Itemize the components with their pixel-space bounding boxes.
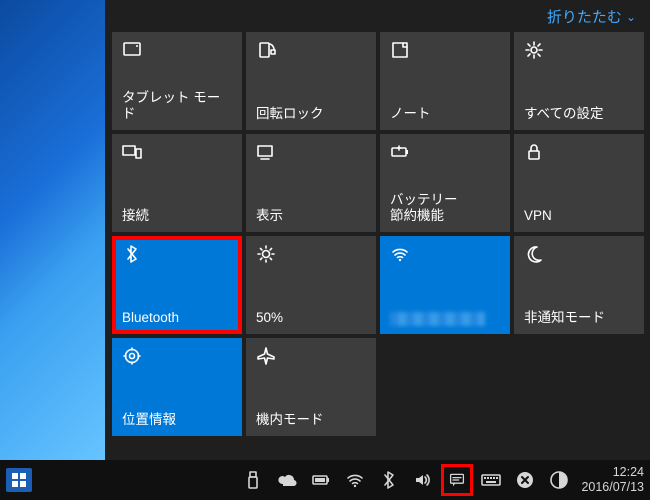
wifi-icon (390, 244, 500, 264)
battery-icon[interactable] (311, 470, 331, 490)
settings-icon (524, 40, 634, 60)
tile-connect[interactable]: 接続 (112, 134, 242, 232)
rotation-lock-icon (256, 40, 366, 60)
tile-label: VPN (524, 208, 634, 224)
project-icon (256, 142, 366, 162)
usb-icon[interactable] (243, 470, 263, 490)
tile-label: バッテリー 節約機能 (390, 192, 500, 224)
bluetooth-icon (122, 244, 232, 264)
tile-wifi[interactable] (380, 236, 510, 334)
vpn-icon (524, 142, 634, 162)
volume-icon[interactable] (413, 470, 433, 490)
note-icon (390, 40, 500, 60)
tile-label: 回転ロック (256, 106, 366, 122)
tile-label: タブレット モード (122, 90, 232, 122)
clock-time: 12:24 (581, 465, 644, 480)
tile-note[interactable]: ノート (380, 32, 510, 130)
tile-label: 接続 (122, 208, 232, 224)
moon-icon (524, 244, 634, 264)
tile-vpn[interactable]: VPN (514, 134, 644, 232)
tile-all-settings[interactable]: すべての設定 (514, 32, 644, 130)
airplane-icon (256, 346, 366, 366)
tablet-icon (122, 40, 232, 60)
close-icon[interactable] (515, 470, 535, 490)
battery-saver-icon (390, 142, 500, 162)
action-center-panel: 折りたたむ ⌄ タブレット モード回転ロック ノート すべての設定接続 表示 バッテリー… (105, 0, 650, 460)
action-center-icon[interactable] (447, 470, 467, 490)
brightness-icon (256, 244, 366, 264)
tile-label: 表示 (256, 208, 366, 224)
tile-location[interactable]: 位置情報 (112, 338, 242, 436)
tile-label: 50% (256, 310, 366, 326)
quick-actions-grid: タブレット モード回転ロック ノート すべての設定接続 表示 バッテリー 節約機能 VPN… (112, 32, 644, 436)
connect-icon (122, 142, 232, 162)
bluetooth-icon[interactable] (379, 470, 399, 490)
tile-label: すべての設定 (524, 106, 634, 122)
tile-label: 非通知モード (524, 310, 634, 326)
location-icon (122, 346, 232, 366)
tile-quiet-hours[interactable]: 非通知モード (514, 236, 644, 334)
tile-rotation-lock[interactable]: 回転ロック (246, 32, 376, 130)
tile-bluetooth[interactable]: Bluetooth (112, 236, 242, 334)
taskbar-clock[interactable]: 12:24 2016/07/13 (573, 465, 644, 495)
keyboard-icon[interactable] (481, 470, 501, 490)
tile-label: Bluetooth (122, 310, 232, 326)
wifi-icon[interactable] (345, 470, 365, 490)
tile-airplane[interactable]: 機内モード (246, 338, 376, 436)
tile-battery-saver[interactable]: バッテリー 節約機能 (380, 134, 510, 232)
system-tray (243, 470, 573, 490)
taskbar: 12:24 2016/07/13 (0, 460, 650, 500)
tile-project[interactable]: 表示 (246, 134, 376, 232)
desktop-wallpaper (0, 0, 105, 460)
wifi-ssid-redacted (390, 312, 485, 326)
onedrive-icon[interactable] (277, 470, 297, 490)
tile-label: 位置情報 (122, 412, 232, 428)
clock-date: 2016/07/13 (581, 480, 644, 495)
collapse-button[interactable]: 折りたたむ ⌄ (547, 6, 636, 27)
tile-label: ノート (390, 106, 500, 122)
start-button[interactable] (6, 468, 32, 492)
chevron-down-icon: ⌄ (626, 10, 636, 24)
contrast-icon[interactable] (549, 470, 569, 490)
tile-label: 機内モード (256, 412, 366, 428)
tile-tablet-mode[interactable]: タブレット モード (112, 32, 242, 130)
tile-brightness[interactable]: 50% (246, 236, 376, 334)
collapse-label: 折りたたむ (547, 6, 622, 27)
